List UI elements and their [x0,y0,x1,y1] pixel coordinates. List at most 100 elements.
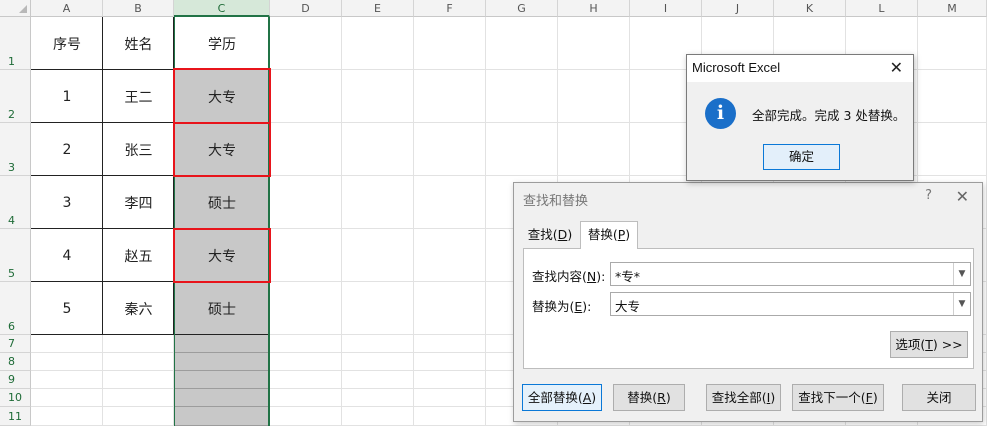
grid-cell[interactable] [270,70,342,123]
grid-cell[interactable] [414,17,486,70]
grid-cell[interactable] [918,17,987,70]
close-icon[interactable]: ✕ [956,187,969,206]
grid-cell[interactable] [486,17,558,70]
row-header-10[interactable]: 10 [0,389,31,407]
grid-cell[interactable] [270,176,342,229]
row-header-6[interactable]: 6 [0,282,31,335]
grid-cell[interactable] [414,353,486,371]
grid-cell[interactable] [174,371,270,389]
replace-button[interactable]: 替换(R) [613,384,685,411]
grid-cell[interactable] [174,407,270,426]
row-header-7[interactable]: 7 [0,335,31,353]
grid-cell[interactable] [918,123,987,176]
grid-cell[interactable] [270,335,342,353]
grid-cell[interactable] [414,70,486,123]
row-header-11[interactable]: 11 [0,407,31,426]
grid-cell[interactable] [103,407,174,426]
grid-cell[interactable] [558,70,630,123]
grid-cell[interactable] [558,123,630,176]
grid-cell[interactable] [414,123,486,176]
grid-cell[interactable] [414,282,486,335]
grid-cell[interactable] [486,70,558,123]
tab-replace[interactable]: 替换(P) [580,221,638,249]
row-header-9[interactable]: 9 [0,371,31,389]
grid-cell[interactable] [103,371,174,389]
grid-cell[interactable] [270,389,342,407]
grid-cell[interactable] [414,176,486,229]
grid-cell[interactable] [342,407,414,426]
row-header-4[interactable]: 4 [0,176,31,229]
grid-cell[interactable] [342,229,414,282]
grid-cell[interactable] [270,123,342,176]
grid-cell[interactable] [342,176,414,229]
grid-cell[interactable] [270,353,342,371]
grid-cell[interactable] [342,123,414,176]
grid-cell[interactable] [103,335,174,353]
grid-cell[interactable] [342,335,414,353]
grid-cell[interactable] [342,70,414,123]
grid-cell[interactable] [414,407,486,426]
grid-cell[interactable] [103,353,174,371]
grid-cell[interactable] [103,389,174,407]
grid-cell[interactable] [270,282,342,335]
grid-cell[interactable] [414,389,486,407]
grid-cell[interactable] [342,389,414,407]
grid-cell[interactable] [342,282,414,335]
find-what-input[interactable]: *专* ▼ [610,262,971,286]
column-header-f[interactable]: F [414,0,486,17]
replace-with-input[interactable]: 大专 ▼ [610,292,971,316]
grid-cell[interactable] [414,335,486,353]
column-header-l[interactable]: L [846,0,918,17]
column-header-e[interactable]: E [342,0,414,17]
grid-cell[interactable] [31,371,103,389]
column-header-d[interactable]: D [270,0,342,17]
column-header-j[interactable]: J [702,0,774,17]
cell-name: 王二 [124,89,153,106]
grid-cell[interactable] [342,353,414,371]
grid-cell[interactable] [486,123,558,176]
options-button[interactable]: 选项(T) >> [890,331,968,358]
grid-cell[interactable] [174,335,270,353]
row-header-1[interactable]: 1 [0,17,31,70]
grid-cell[interactable] [174,389,270,407]
close-button[interactable]: 关闭 [902,384,976,411]
column-header-g[interactable]: G [486,0,558,17]
column-header-c[interactable]: C [174,0,270,17]
row-header-8[interactable]: 8 [0,353,31,371]
grid-cell[interactable] [270,407,342,426]
column-header-b[interactable]: B [103,0,174,17]
select-all-corner[interactable] [0,0,31,17]
tab-find[interactable]: 查找(D) [523,224,577,248]
chevron-down-icon[interactable]: ▼ [953,293,970,315]
grid-cell[interactable] [31,353,103,371]
grid-cell[interactable] [270,17,342,70]
find-all-button[interactable]: 查找全部(I) [706,384,781,411]
column-header-m[interactable]: M [918,0,987,17]
grid-cell[interactable] [918,70,987,123]
grid-cell[interactable] [558,17,630,70]
grid-cell[interactable] [414,229,486,282]
replace-all-button[interactable]: 全部替换(A) [522,384,602,411]
grid-cell[interactable] [270,229,342,282]
column-header-a[interactable]: A [31,0,103,17]
grid-cell[interactable] [31,407,103,426]
row-header-5[interactable]: 5 [0,229,31,282]
grid-cell[interactable] [414,371,486,389]
grid-cell[interactable] [31,335,103,353]
row-header-3[interactable]: 3 [0,123,31,176]
row-header-2[interactable]: 2 [0,70,31,123]
grid-cell[interactable] [342,371,414,389]
close-icon[interactable]: ✕ [890,58,903,77]
grid-cell[interactable] [342,17,414,70]
chevron-down-icon[interactable]: ▼ [953,263,970,285]
dialog-title: 查找和替换 [523,194,589,209]
help-icon[interactable]: ? [925,188,932,203]
grid-cell[interactable] [270,371,342,389]
column-header-k[interactable]: K [774,0,846,17]
column-header-i[interactable]: I [630,0,702,17]
grid-cell[interactable] [174,353,270,371]
column-header-h[interactable]: H [558,0,630,17]
grid-cell[interactable] [31,389,103,407]
find-next-button[interactable]: 查找下一个(F) [792,384,884,411]
ok-button[interactable]: 确定 [763,144,840,170]
